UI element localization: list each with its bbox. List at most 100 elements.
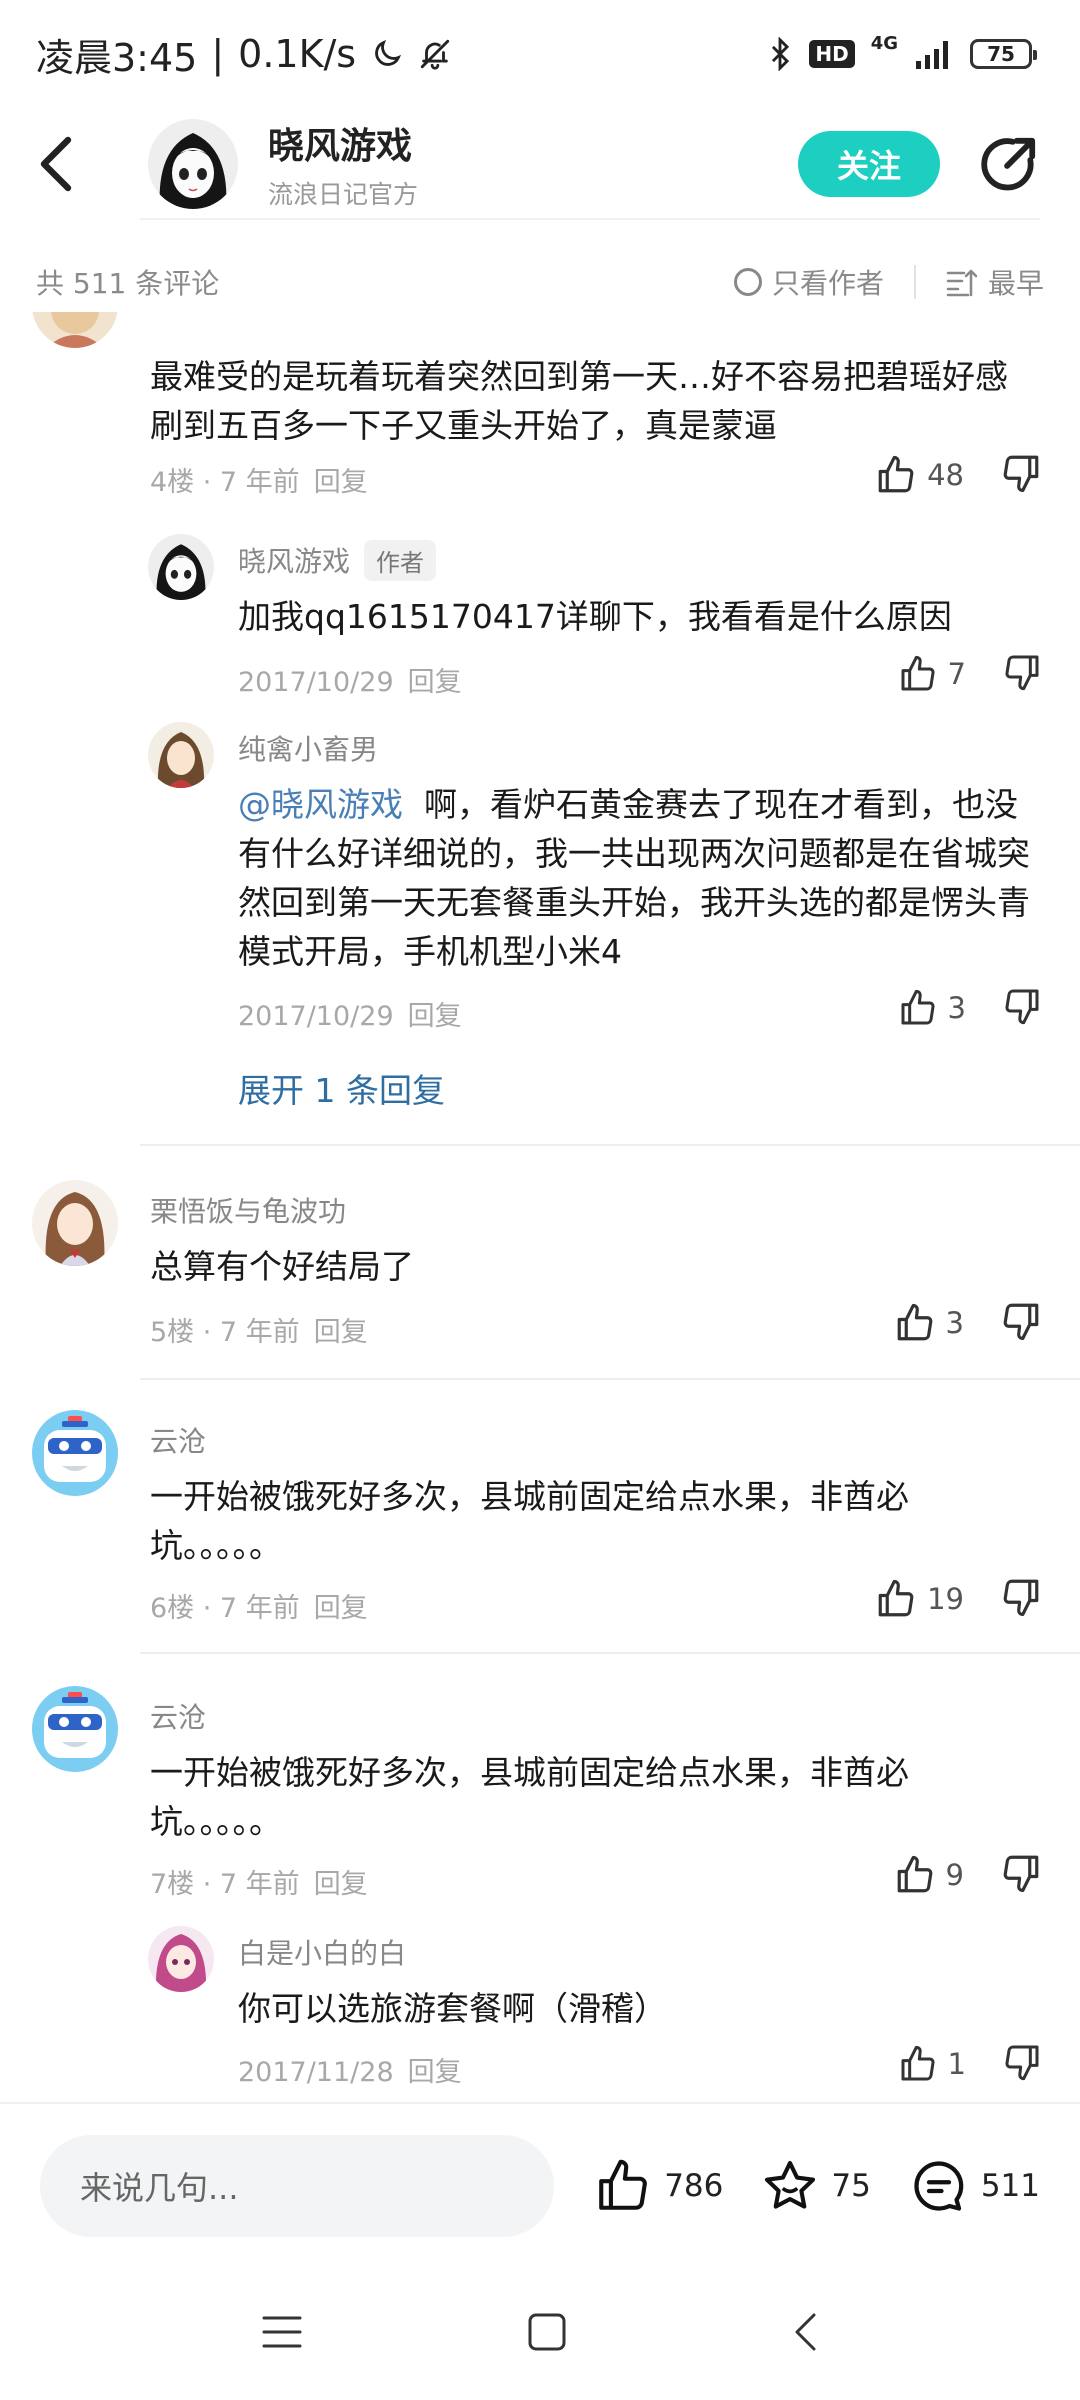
comments-count: 511 <box>980 2168 1040 2204</box>
dislike-button[interactable] <box>1000 1300 1042 1346</box>
user-avatar[interactable] <box>32 312 118 348</box>
like-button[interactable]: 7 <box>898 654 966 694</box>
thumbs-up-icon <box>878 455 914 493</box>
thumbs-up-icon <box>599 2159 648 2210</box>
comment-text: 一开始被饿死好多次，县城前固定给点水果，非酋必坑。。。。。 <box>150 1753 909 1841</box>
favorite-button[interactable]: 75 <box>761 2157 871 2215</box>
moon-icon <box>375 39 402 66</box>
comment-floor-time: 7楼 · 7 年前 <box>150 1869 300 1900</box>
comments-button[interactable]: 511 <box>909 2156 1040 2216</box>
dislike-button[interactable] <box>1002 986 1042 1030</box>
like-button[interactable]: 3 <box>898 988 966 1028</box>
menu-nav-button[interactable] <box>262 2314 302 2354</box>
dislike-button[interactable] <box>1000 452 1042 498</box>
reply-date: 2017/11/28 <box>238 2057 394 2088</box>
like-button[interactable]: 48 <box>875 454 964 496</box>
user-avatar-icon <box>32 1180 118 1266</box>
reply-button[interactable]: 回复 <box>408 667 462 698</box>
like-button[interactable]: 3 <box>894 1302 964 1344</box>
thumbs-up-icon <box>897 1855 932 1893</box>
sort-toggle[interactable]: 最早 <box>946 262 1044 302</box>
favorite-count: 75 <box>831 2168 871 2204</box>
like-count: 1 <box>947 2047 966 2081</box>
header-text: 晓风游戏 流浪日记官方 <box>268 117 798 211</box>
post-like-button[interactable]: 786 <box>594 2157 723 2215</box>
comment-text: 总算有个好结局了 <box>150 1247 414 1286</box>
back-chevron-icon <box>795 2313 816 2351</box>
comment-count: 共 511 条评论 <box>36 267 220 300</box>
comment-floor-time: 6楼 · 7 年前 <box>150 1593 300 1624</box>
like-button[interactable]: 1 <box>898 2044 966 2084</box>
thumbs-up-icon <box>901 655 935 691</box>
only-author-toggle[interactable]: 只看作者 <box>733 262 884 302</box>
back-nav-button[interactable] <box>792 2312 818 2356</box>
reply-button[interactable]: 回复 <box>408 1001 462 1032</box>
share-button[interactable] <box>974 129 1044 199</box>
user-avatar-icon <box>32 312 118 348</box>
user-avatar[interactable] <box>32 1410 118 1496</box>
filter-bar: 共 511 条评论 只看作者 最早 <box>0 252 1080 312</box>
reply-button[interactable]: 回复 <box>408 2057 462 2088</box>
follow-button[interactable]: 关注 <box>798 131 940 197</box>
status-speed: 0.1K/s <box>238 32 357 76</box>
comment-divider <box>140 1652 1080 1654</box>
reply-username: 晓风游戏 作者 <box>238 540 437 581</box>
hd-badge: HD <box>809 40 855 68</box>
network-type: 4G <box>870 33 898 54</box>
mention-link[interactable]: @晓风游戏 <box>238 785 403 824</box>
publisher-avatar[interactable] <box>148 119 238 209</box>
thumbs-up-icon <box>901 2045 935 2081</box>
comment-username[interactable]: 云沧 <box>150 1420 206 1460</box>
user-avatar[interactable] <box>148 1926 214 1992</box>
user-avatar[interactable] <box>32 1686 118 1772</box>
like-button[interactable]: 19 <box>875 1578 964 1620</box>
comment-input[interactable]: 来说几句... <box>40 2135 555 2237</box>
anime-girl-avatar-icon <box>148 119 238 209</box>
user-avatar[interactable] <box>32 1180 118 1266</box>
author-tag: 作者 <box>364 540 437 581</box>
thumbs-down-icon <box>1003 1855 1039 1893</box>
thumbs-down-icon <box>1005 655 1039 691</box>
home-square-icon <box>528 2313 566 2351</box>
comment-list[interactable]: 最难受的是玩着玩着突然回到第一天…好不容易把碧瑶好感刷到五百多一下子又重头开始了… <box>0 312 1080 2102</box>
dislike-button[interactable] <box>1002 652 1042 696</box>
reply-username[interactable]: 白是小白的白 <box>238 1932 406 1972</box>
expand-replies-link[interactable]: 展开 1 条回复 <box>238 1064 445 1112</box>
dislike-button[interactable] <box>1000 1576 1042 1622</box>
battery-icon: 75 <box>970 39 1037 69</box>
reply-button[interactable]: 回复 <box>314 1593 368 1624</box>
user-avatar[interactable] <box>148 534 214 600</box>
filter-separator <box>913 265 916 299</box>
home-nav-button[interactable] <box>527 2312 567 2356</box>
like-button[interactable]: 9 <box>894 1854 964 1896</box>
back-button[interactable] <box>36 129 106 199</box>
reply-button[interactable]: 回复 <box>314 467 368 498</box>
reply-button[interactable]: 回复 <box>314 1317 368 1348</box>
system-nav-bar <box>0 2268 1080 2400</box>
status-right: HD 4G 75 <box>767 33 1037 71</box>
like-count: 19 <box>927 1582 964 1616</box>
dislike-button[interactable] <box>1002 2042 1042 2086</box>
reply-actions: 3 <box>898 986 1042 1030</box>
reply-username[interactable]: 纯禽小畜男 <box>238 728 378 768</box>
user-avatar[interactable] <box>148 722 214 788</box>
like-count: 7 <box>947 657 966 691</box>
comment-username[interactable]: 栗悟饭与龟波功 <box>150 1190 346 1230</box>
comment-username[interactable]: 云沧 <box>150 1696 206 1736</box>
comment-actions: 48 <box>875 452 1042 498</box>
username[interactable]: 晓风游戏 <box>238 545 350 578</box>
reply-date: 2017/10/29 <box>238 667 394 698</box>
reply-button[interactable]: 回复 <box>314 1869 368 1900</box>
comment-meta: 7楼 · 7 年前 回复 <box>150 1862 368 1901</box>
robot-avatar-icon <box>32 1686 118 1772</box>
sort-icon <box>946 269 978 297</box>
thumbs-down-icon <box>1005 2045 1039 2081</box>
reply-meta: 2017/11/28 回复 <box>238 2050 462 2089</box>
thumbs-up-icon <box>901 989 935 1025</box>
publisher-name[interactable]: 晓风游戏 <box>268 117 798 169</box>
comment-actions: 19 <box>875 1576 1042 1622</box>
only-author-label: 只看作者 <box>771 267 884 300</box>
comment-bubble-icon <box>914 2161 964 2211</box>
dislike-button[interactable] <box>1000 1852 1042 1898</box>
comment-meta: 5楼 · 7 年前 回复 <box>150 1310 368 1349</box>
